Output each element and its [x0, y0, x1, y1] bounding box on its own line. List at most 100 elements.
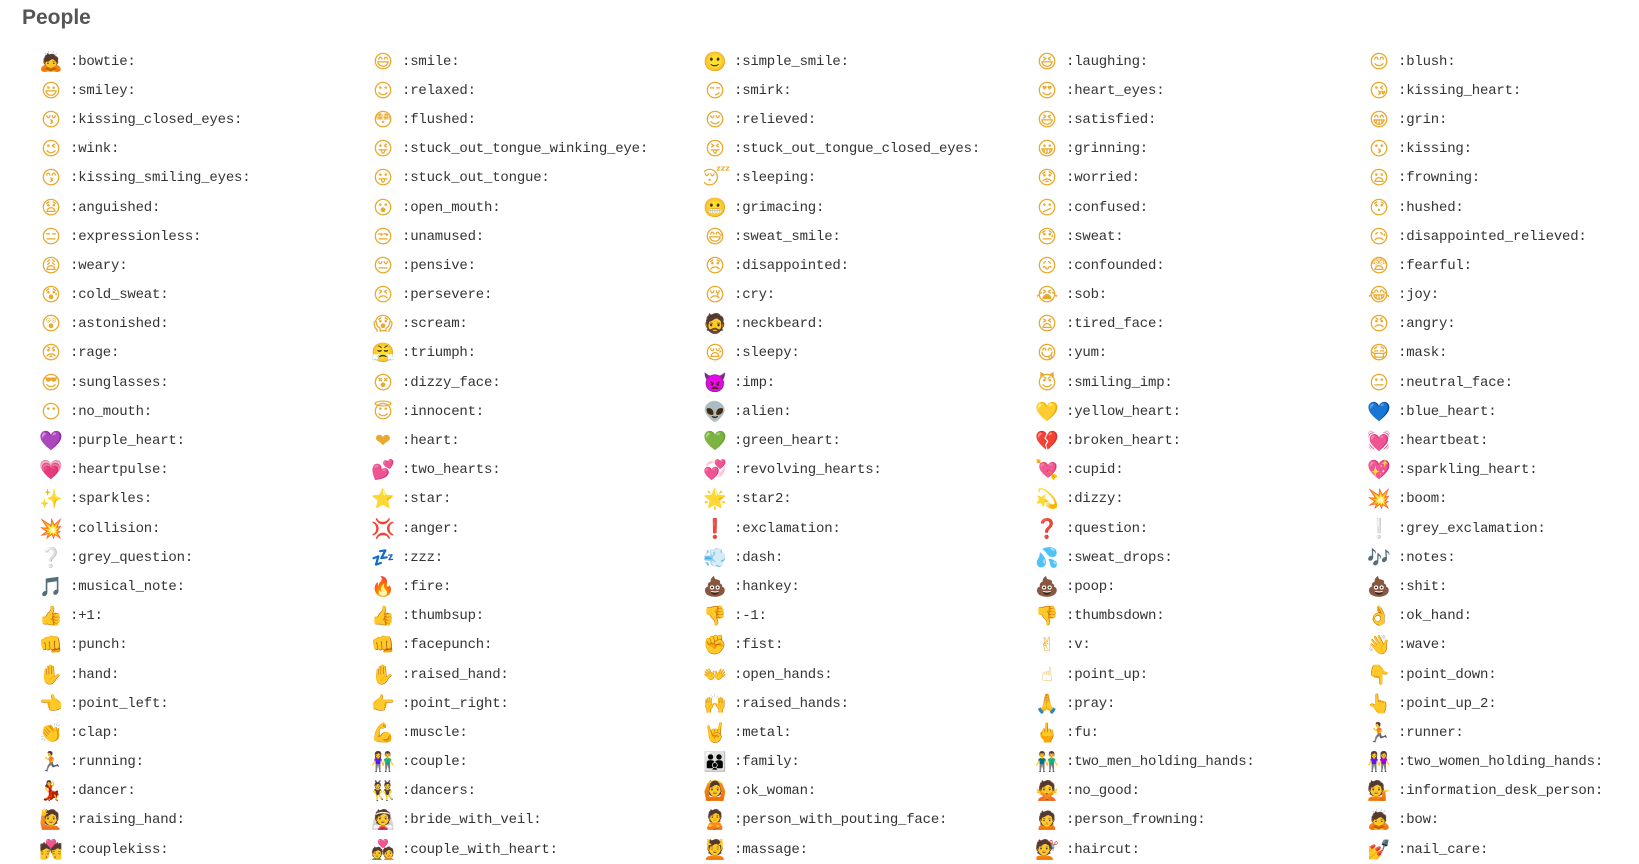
- emoji-list-item: 🏃 :running:: [40, 748, 372, 777]
- pensive-icon: 😔: [373, 254, 393, 277]
- relieved-icon: 😌: [705, 108, 725, 131]
- emoji-list-item: 😦:frowning:: [1368, 164, 1639, 193]
- emoji-list-item: 😫:tired_face:: [1036, 310, 1368, 339]
- emoji-list-item: 😲:astonished:: [40, 310, 372, 339]
- emoji-code: :musical_note:: [70, 578, 185, 595]
- emoji-list-item: 🎵:musical_note:: [40, 572, 372, 601]
- emoji-code: :information_desk_person:: [1398, 783, 1604, 800]
- emoji-code: :exclamation:: [734, 520, 841, 537]
- hushed-icon: 😯: [1369, 196, 1389, 219]
- disappointed-icon: 😞: [705, 254, 725, 277]
- emoji-list-item: 😀:grinning:: [1036, 135, 1368, 164]
- disappointed-relieved-icon: 😥: [1369, 225, 1389, 248]
- emoji-list-item: 💩:poop:: [1036, 572, 1368, 601]
- emoji-code: :expressionless:: [70, 228, 202, 245]
- point-left-icon: 👈: [40, 692, 63, 715]
- emoji-list-item: 👬:two_men_holding_hands:: [1036, 748, 1368, 777]
- emoji-code: :cupid:: [1066, 462, 1124, 479]
- emoji-list-item: 😘:kissing_heart:: [1368, 76, 1639, 105]
- emoji-list-item: 🎶:notes:: [1368, 543, 1639, 572]
- star-icon: ⭐: [372, 488, 395, 511]
- pray-icon: 🙏: [1036, 692, 1059, 715]
- emoji-code: :kissing_heart:: [1398, 82, 1522, 99]
- emoji-code: :green_heart:: [734, 433, 841, 450]
- emoji-code: :anger:: [402, 520, 460, 537]
- emoji-list-item: ✋:raised_hand:: [372, 660, 704, 689]
- emoji-list-item: 😉:wink:: [40, 135, 372, 164]
- emoji-code: :bride_with_veil:: [402, 812, 542, 829]
- smirk-icon: 😏: [705, 79, 725, 102]
- emoji-code: :shit:: [1398, 578, 1448, 595]
- emoji-code: :open_mouth:: [402, 199, 501, 216]
- emoji-list-item: 👭:two_women_holding_hands:: [1368, 748, 1639, 777]
- emoji-code: :grinning:: [1066, 141, 1149, 158]
- sparkles-icon: ✨: [40, 488, 63, 511]
- couple-icon: 👫: [372, 751, 395, 774]
- hand-icon: ✋: [40, 663, 63, 686]
- bow-icon: 🙇: [1368, 809, 1391, 832]
- emoji-code: :raised_hand:: [402, 666, 509, 683]
- two-men-holding-hands-icon: 👬: [1036, 751, 1059, 774]
- emoji-list-item: 😠:angry:: [1368, 310, 1639, 339]
- emoji-code: :wink:: [70, 141, 120, 158]
- flushed-icon: 😳: [373, 108, 393, 131]
- emoji-list-item: 😍:heart_eyes:: [1036, 76, 1368, 105]
- emoji-list-item: 👍:thumbsup:: [372, 602, 704, 631]
- alien-icon: 👽: [704, 400, 727, 423]
- emoji-list-item: 😝:stuck_out_tongue_closed_eyes:: [704, 135, 1036, 164]
- emoji-code: :raised_hands:: [734, 695, 849, 712]
- star2-icon: 🌟: [704, 488, 727, 511]
- heartbeat-icon: 💓: [1368, 430, 1391, 453]
- emoji-code: :broken_heart:: [1066, 433, 1181, 450]
- emoji-list-item: 💁:information_desk_person:: [1368, 777, 1639, 806]
- notes-icon: 🎶: [1368, 546, 1391, 569]
- emoji-list-item: 💏:couplekiss:: [40, 835, 372, 864]
- no-mouth-icon: 😶: [41, 400, 61, 423]
- emoji-code: :weary:: [70, 257, 128, 274]
- emoji-code: :anguished:: [70, 199, 161, 216]
- emoji-code: :grey_exclamation:: [1398, 520, 1546, 537]
- emoji-code: :fu:: [1066, 724, 1099, 741]
- emoji-code: :running:: [70, 754, 144, 771]
- haircut-icon: 💇: [1036, 838, 1059, 861]
- emoji-code: :sob:: [1066, 287, 1108, 304]
- emoji-list-item: 💪:muscle:: [372, 718, 704, 747]
- family-icon: 👪: [704, 751, 727, 774]
- emoji-list-item: ☺:relaxed:: [372, 76, 704, 105]
- emoji-code: :heartbeat:: [1398, 433, 1489, 450]
- emoji-code: :dash:: [734, 549, 784, 566]
- kissing-icon: 😗: [1369, 138, 1389, 161]
- emoji-list-item: 😧:anguished:: [40, 193, 372, 222]
- emoji-code: :family:: [734, 754, 800, 771]
- kissing-smiling-eyes-icon: 😙: [41, 167, 61, 190]
- emoji-list-item: 😁:grin:: [1368, 105, 1639, 134]
- emoji-list-item: ❤:heart:: [372, 426, 704, 455]
- emoji-code: :couple_with_heart:: [402, 841, 558, 858]
- fist-icon: ✊: [704, 634, 727, 657]
- revolving-hearts-icon: 💞: [704, 459, 727, 482]
- emoji-code: :hand:: [70, 666, 120, 683]
- emoji-list-item: 😆:laughing:: [1036, 47, 1368, 76]
- emoji-list-item: 👪 :family:: [704, 748, 1036, 777]
- emoji-list-item: 👊:facepunch:: [372, 631, 704, 660]
- emoji-code: :heart_eyes:: [1066, 82, 1165, 99]
- expressionless-icon: 😑: [41, 225, 61, 248]
- emoji-code: :point_up_2:: [1398, 695, 1497, 712]
- emoji-list-item: 😂:joy:: [1368, 281, 1639, 310]
- emoji-list-item: 👯:dancers:: [372, 777, 704, 806]
- emoji-code: :two_women_holding_hands:: [1398, 754, 1604, 771]
- emoji-code: :stuck_out_tongue_closed_eyes:: [734, 141, 981, 158]
- point-down-icon: 👇: [1368, 663, 1391, 686]
- emoji-code: :sweat_drops:: [1066, 549, 1173, 566]
- emoji-list-item: 🤘:metal:: [704, 718, 1036, 747]
- emoji-code: :disappointed:: [734, 257, 849, 274]
- open-mouth-icon: 😮: [373, 196, 393, 219]
- smiley-icon: 😃: [41, 79, 61, 102]
- fu-icon: 🖕: [1036, 721, 1059, 744]
- emoji-list-item: 😟:worried:: [1036, 164, 1368, 193]
- emoji-list-item: 🙇:bow:: [1368, 806, 1639, 835]
- running-icon: 🏃: [40, 751, 63, 774]
- emoji-code: :sparkling_heart:: [1398, 462, 1538, 479]
- emoji-list-item: 😶:no_mouth:: [40, 397, 372, 426]
- emoji-code: :point_down:: [1398, 666, 1497, 683]
